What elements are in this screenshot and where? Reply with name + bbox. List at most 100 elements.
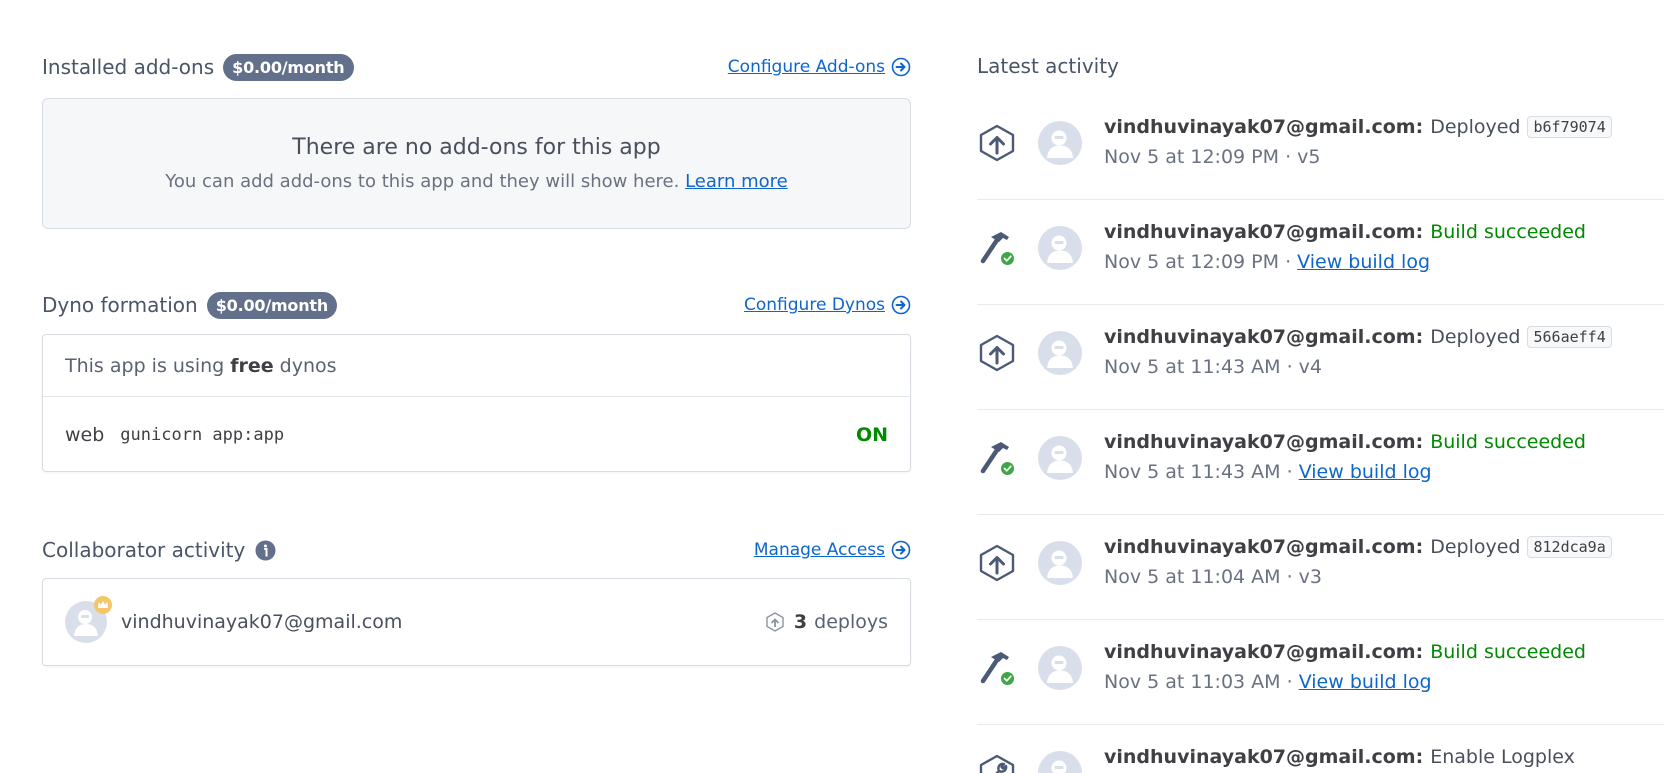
activity-summary: vindhuvinayak07@gmail.com: Build succeed… [1104,431,1586,453]
dynos-header: Dyno formation $0.00/month Configure Dyn… [42,288,911,322]
activity-summary: vindhuvinayak07@gmail.com: Enable Logple… [1104,746,1575,768]
avatar [1038,751,1082,773]
view-build-log-link[interactable]: View build log [1299,461,1432,483]
activity-action: Enable Logplex [1430,746,1575,768]
latest-activity-title: Latest activity [977,54,1119,78]
collaborators-header: Collaborator activity Manage Access [42,533,911,567]
activity-summary: vindhuvinayak07@gmail.com: Build succeed… [1104,221,1586,243]
activity-item: vindhuvinayak07@gmail.com: Build succeed… [977,620,1664,725]
activity-time: Nov 5 at 12:09 PM · v5 [1104,146,1321,168]
activity-user: vindhuvinayak07@gmail.com: [1104,221,1424,243]
activity-user: vindhuvinayak07@gmail.com: [1104,536,1424,558]
avatar [1038,541,1082,585]
addons-title-group: Installed add-ons $0.00/month [42,53,354,81]
addons-empty-title: There are no add-ons for this app [292,135,661,160]
activity-action: Deployed [1430,326,1521,348]
activity-action: Build succeeded [1430,431,1586,453]
commit-hash: 812dca9a [1527,536,1612,558]
activity-summary: vindhuvinayak07@gmail.com: Deployed 812d… [1104,536,1612,558]
activity-summary: vindhuvinayak07@gmail.com: Build succeed… [1104,641,1586,663]
deploy-icon [979,334,1015,372]
activity-time: Nov 5 at 12:09 PM · [1104,251,1292,273]
configure-dynos-link[interactable]: Configure Dynos [744,295,911,315]
addons-price-badge: $0.00/month [223,53,354,81]
dyno-plan-type: free [230,354,274,377]
dyno-process-state: ON [855,423,888,446]
activity-time: Nov 5 at 11:04 AM · v3 [1104,566,1323,588]
avatar [1038,436,1082,480]
activity-item: vindhuvinayak07@gmail.com: Deployed b6f7… [977,95,1664,200]
collaborator-deploys: 3 deploys [764,611,888,633]
activity-user: vindhuvinayak07@gmail.com: [1104,431,1424,453]
collaborator-email: vindhuvinayak07@gmail.com [121,611,403,633]
activity-summary: vindhuvinayak07@gmail.com: Deployed 566a… [1104,326,1612,348]
config-wrench-icon [979,754,1015,773]
deploy-icon [979,544,1015,582]
view-build-log-link[interactable]: View build log [1297,251,1430,273]
avatar [1038,226,1082,270]
activity-time: Nov 5 at 11:43 AM · v4 [1104,356,1323,378]
manage-access-link[interactable]: Manage Access [754,540,911,560]
dynos-price-badge: $0.00/month [206,291,338,319]
activity-item: vindhuvinayak07@gmail.com: Deployed 566a… [977,305,1664,410]
build-hammer-icon [980,652,1016,687]
deploy-icon [766,612,784,632]
arrow-right-circle-icon [891,295,911,315]
crown-icon [94,596,112,614]
activity-user: vindhuvinayak07@gmail.com: [1104,746,1424,768]
activity-user: vindhuvinayak07@gmail.com: [1104,116,1424,138]
activity-user: vindhuvinayak07@gmail.com: [1104,641,1424,663]
dynos-title: Dyno formation [42,293,198,317]
arrow-right-circle-icon [891,57,911,77]
manage-access-label: Manage Access [753,540,885,560]
learn-more-link[interactable]: Learn more [685,171,788,192]
activity-action: Build succeeded [1430,641,1586,663]
dyno-process-type: web [65,423,105,446]
deploy-icon [979,124,1015,162]
avatar [1038,121,1082,165]
build-hammer-icon [980,232,1016,267]
configure-addons-label: Configure Add-ons [727,57,885,77]
activity-time: Nov 5 at 11:43 AM · [1104,461,1293,483]
activity-item: vindhuvinayak07@gmail.com: Enable Logple… [977,725,1664,773]
avatar [65,596,112,643]
dyno-process-command: gunicorn app:app [120,424,285,445]
collaborator-deploy-count: 3 [793,611,808,633]
arrow-right-circle-icon [891,540,911,560]
activity-item: vindhuvinayak07@gmail.com: Build succeed… [977,200,1664,305]
activity-summary: vindhuvinayak07@gmail.com: Deployed b6f7… [1104,116,1612,138]
dynos-title-group: Dyno formation $0.00/month [42,291,338,319]
activity-item: vindhuvinayak07@gmail.com: Deployed 812d… [977,515,1664,620]
avatar [1038,331,1082,375]
activity-time: Nov 5 at 11:03 AM · [1104,671,1293,693]
addons-header: Installed add-ons $0.00/month Configure … [42,50,911,84]
addons-empty-text: You can add add-ons to this app and they… [165,171,680,192]
collaborators-title-group: Collaborator activity [42,538,276,562]
activity-user: vindhuvinayak07@gmail.com: [1104,326,1424,348]
activity-action: Deployed [1430,536,1521,558]
dyno-plan-prefix: This app is using [65,354,225,377]
commit-hash: b6f79074 [1527,116,1612,138]
activity-time-row: Nov 5 at 11:03 AM · View build log [1104,671,1432,693]
avatar [1038,646,1082,690]
build-hammer-icon [980,442,1016,477]
collaborators-title: Collaborator activity [42,538,246,562]
dyno-formation-panel: This app is using free dynos web gunicor… [42,334,911,472]
configure-dynos-label: Configure Dynos [744,295,885,315]
collaborator-row: vindhuvinayak07@gmail.com 3 deploys [42,578,911,666]
dyno-process-row[interactable]: web gunicorn app:app ON [43,397,910,472]
addons-empty-state: There are no add-ons for this app You ca… [42,98,911,229]
dyno-plan-suffix: dynos [279,354,337,377]
dyno-plan-row: This app is using free dynos [43,335,910,397]
addons-empty-text-row: You can add add-ons to this app and they… [43,171,910,192]
commit-hash: 566aeff4 [1527,326,1612,348]
addons-title: Installed add-ons [42,55,215,79]
configure-addons-link[interactable]: Configure Add-ons [728,57,911,77]
collaborator-deploy-label: deploys [814,611,888,633]
activity-item: vindhuvinayak07@gmail.com: Build succeed… [977,410,1664,515]
info-icon[interactable] [255,540,276,561]
activity-action: Build succeeded [1430,221,1586,243]
activity-action: Deployed [1430,116,1521,138]
view-build-log-link[interactable]: View build log [1299,671,1432,693]
activity-time-row: Nov 5 at 12:09 PM · View build log [1104,251,1430,273]
